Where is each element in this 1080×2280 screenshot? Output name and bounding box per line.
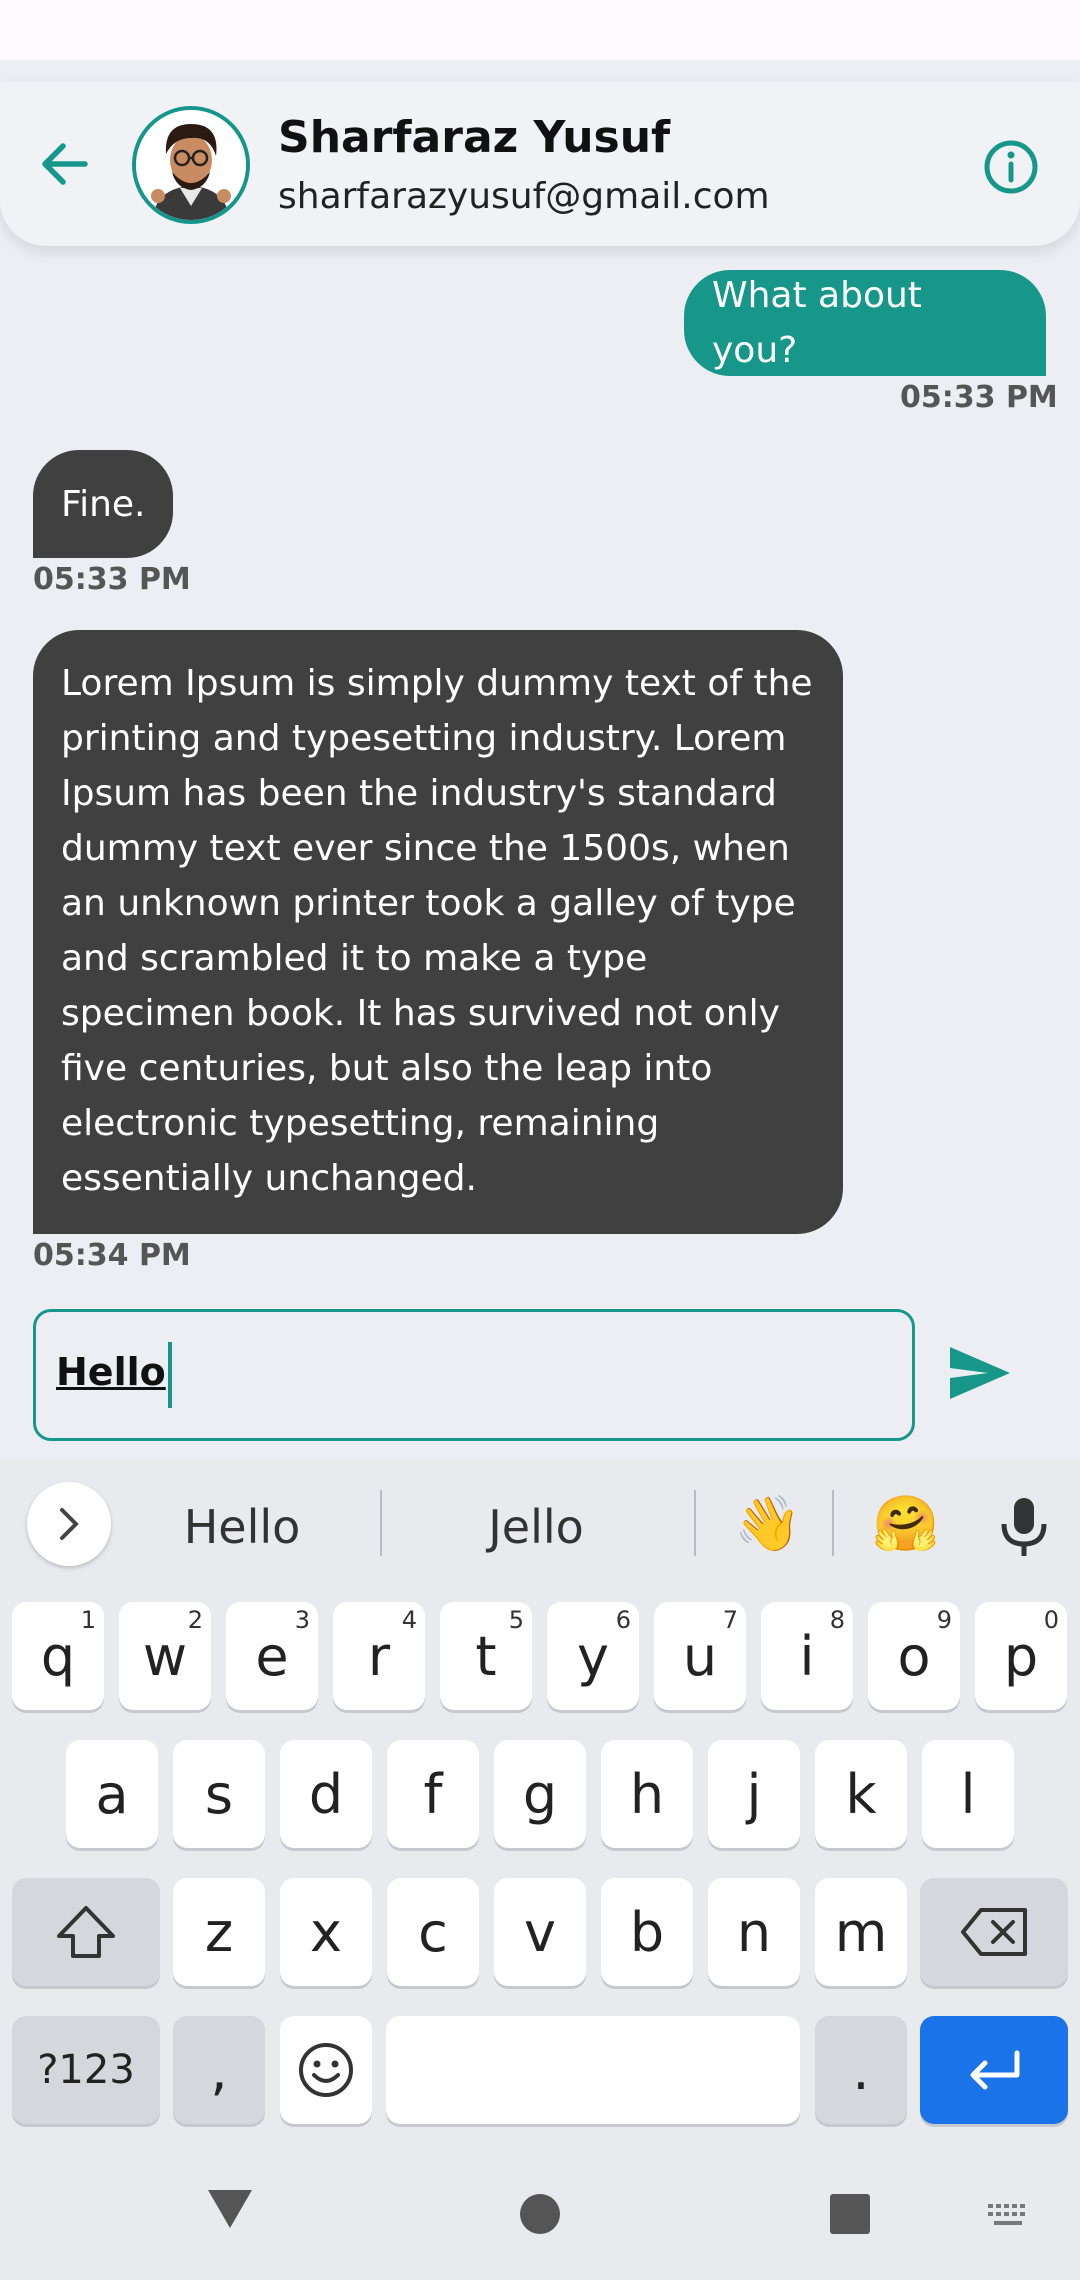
key-h[interactable]: h [601,1740,693,1848]
divider [380,1490,382,1556]
key-w[interactable]: w2 [119,1602,211,1710]
contact-name: Sharfaraz Yusuf [278,112,671,163]
incoming-message-bubble[interactable]: Fine. [33,450,173,558]
key-p[interactable]: p0 [975,1602,1067,1710]
key-n[interactable]: n [708,1878,800,1986]
incoming-message-bubble[interactable]: Lorem Ipsum is simply dummy text of the … [33,630,843,1234]
chat-header: Sharfaraz Yusuf sharfarazyusuf@gmail.com [0,82,1080,246]
divider [694,1490,696,1556]
message-time: 05:34 PM [33,1238,191,1273]
key-y[interactable]: y6 [547,1602,639,1710]
key-d[interactable]: d [280,1740,372,1848]
info-icon[interactable] [982,138,1040,196]
enter-key[interactable] [920,2016,1068,2124]
chevron-right-icon[interactable] [27,1482,111,1566]
message-time: 05:33 PM [900,380,1058,415]
key-g[interactable]: g [494,1740,586,1848]
outgoing-message-bubble[interactable]: What about you? [684,270,1046,376]
key-i[interactable]: i8 [761,1602,853,1710]
text-cursor [168,1342,172,1408]
shift-icon [57,1906,115,1958]
symbols-key[interactable]: ?123 [12,2016,160,2124]
message-text: Lorem Ipsum is simply dummy text of the … [61,663,813,1199]
microphone-icon[interactable] [996,1494,1052,1560]
message-input[interactable]: Hello [33,1309,915,1441]
key-u[interactable]: u7 [654,1602,746,1710]
contact-email: sharfarazyusuf@gmail.com [278,176,770,217]
key-c[interactable]: c [387,1878,479,1986]
space-key[interactable] [386,2016,800,2124]
key-r[interactable]: r4 [333,1602,425,1710]
enter-icon [970,2050,1020,2090]
key-v[interactable]: v [494,1878,586,1986]
message-text: Fine. [61,483,146,525]
message-time: 05:33 PM [33,562,191,597]
emoji-key[interactable] [280,2016,372,2124]
key-m[interactable]: m [815,1878,907,1986]
message-text: What about you? [712,275,922,371]
back-triangle-icon[interactable] [206,2188,254,2230]
key-b[interactable]: b [601,1878,693,1986]
key-k[interactable]: k [815,1740,907,1848]
emoji-suggestion[interactable]: 👋 [734,1494,801,1554]
emoji-suggestion[interactable]: 🤗 [872,1494,939,1554]
keyboard-switch-icon[interactable] [986,2202,1030,2228]
suggestion-item[interactable]: Hello [142,1500,342,1554]
recents-square-icon[interactable] [828,2192,872,2236]
message-input-text: Hello [56,1350,166,1394]
send-icon[interactable] [948,1345,1012,1401]
key-e[interactable]: e3 [226,1602,318,1710]
backspace-icon [961,1908,1027,1956]
home-circle-icon[interactable] [518,2192,562,2236]
period-key[interactable]: . [815,2016,907,2124]
key-l[interactable]: l [922,1740,1014,1848]
backspace-key[interactable] [920,1878,1068,1986]
suggestion-item[interactable]: Jello [436,1500,636,1554]
avatar[interactable] [132,106,250,224]
key-j[interactable]: j [708,1740,800,1848]
key-z[interactable]: z [173,1878,265,1986]
key-t[interactable]: t5 [440,1602,532,1710]
key-s[interactable]: s [173,1740,265,1848]
key-x[interactable]: x [280,1878,372,1986]
key-o[interactable]: o9 [868,1602,960,1710]
comma-key[interactable]: , [173,2016,265,2124]
smiley-icon [299,2043,353,2097]
shift-key[interactable] [12,1878,160,1986]
key-a[interactable]: a [66,1740,158,1848]
back-arrow-icon[interactable] [34,134,94,194]
divider [832,1490,834,1556]
key-f[interactable]: f [387,1740,479,1848]
navigation-bar [0,2150,1080,2280]
key-q[interactable]: q1 [12,1602,104,1710]
